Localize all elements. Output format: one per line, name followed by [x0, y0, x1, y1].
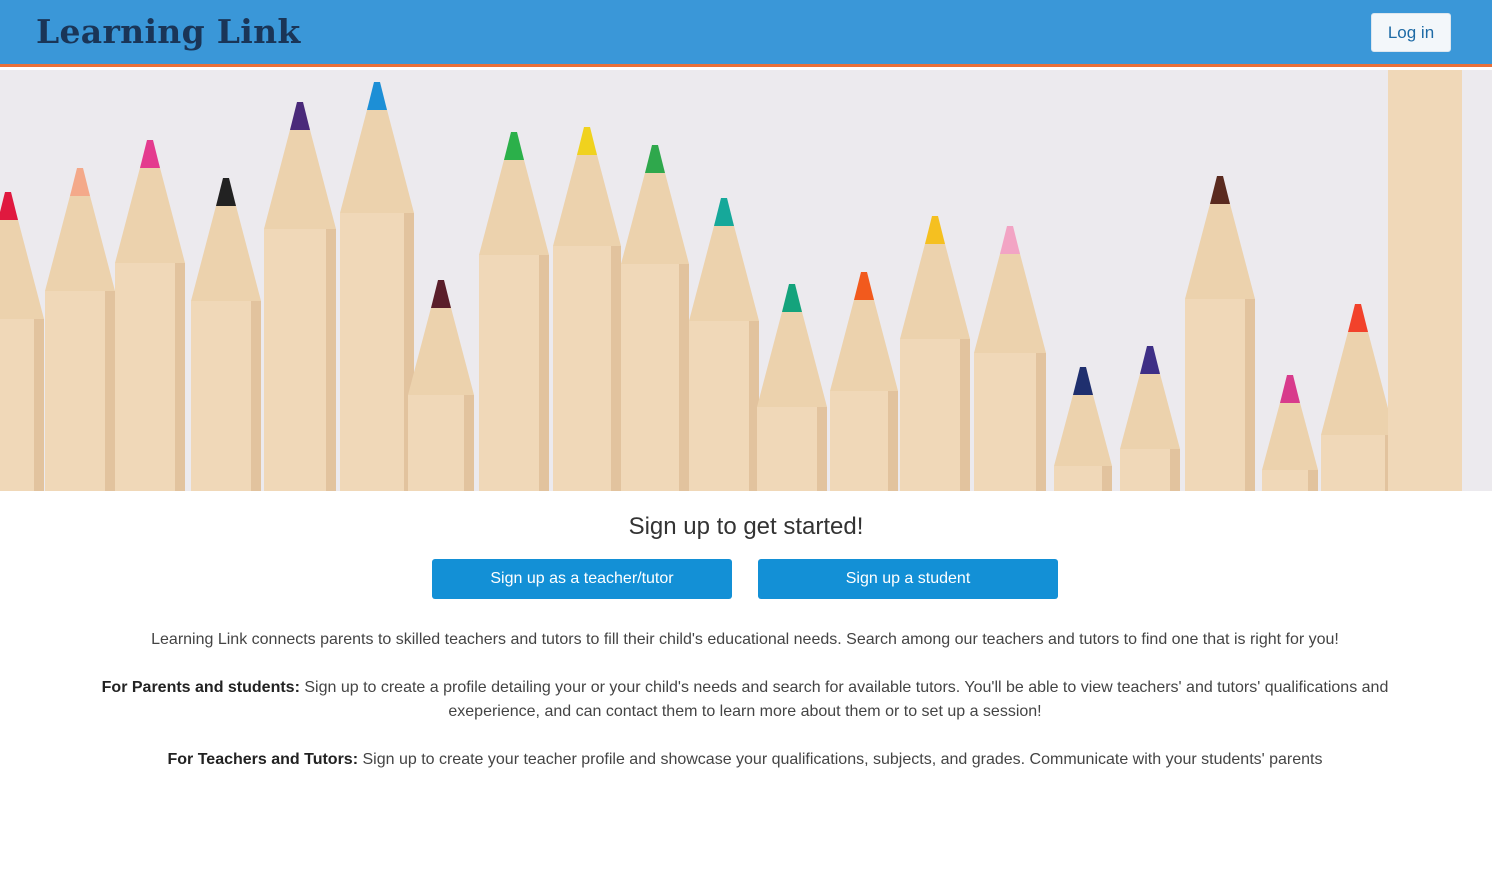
login-button[interactable]: Log in: [1371, 13, 1451, 52]
teachers-text: Sign up to create your teacher profile a…: [358, 751, 1323, 768]
parents-paragraph: For Parents and students: Sign up to cre…: [90, 676, 1400, 724]
pencil-16: [1054, 367, 1112, 491]
parents-text: Sign up to create a profile detailing yo…: [299, 679, 1389, 720]
signup-title: Sign up to get started!: [628, 513, 864, 540]
pencil-5: [264, 102, 336, 491]
signup-student-button[interactable]: Sign up a student: [758, 559, 1058, 599]
pencil-12: [757, 284, 827, 491]
pencil-tall: [1388, 70, 1462, 491]
pencil-10: [621, 145, 689, 491]
pencil-20: [1321, 304, 1395, 491]
pencil-13: [830, 272, 898, 491]
teachers-heading: For Teachers and Tutors:: [167, 751, 359, 768]
pencil-9: [553, 127, 621, 491]
intro-paragraph: Learning Link connects parents to skille…: [151, 631, 1339, 648]
pencil-18: [1185, 176, 1255, 491]
pencil-7: [408, 280, 474, 491]
parents-heading: For Parents and students:: [101, 679, 300, 696]
pencil-6: [340, 82, 414, 491]
pencil-17: [1120, 346, 1180, 491]
top-navbar: Learning Link Log in: [0, 0, 1492, 67]
hero-image: [0, 70, 1492, 491]
pencil-2: [45, 168, 115, 491]
teachers-paragraph: For Teachers and Tutors: Sign up to crea…: [90, 748, 1400, 772]
pencil-1: [0, 192, 44, 491]
pencil-15: [974, 226, 1046, 491]
brand-logo[interactable]: Learning Link: [36, 12, 301, 51]
pencil-19: [1262, 375, 1318, 491]
pencil-8: [479, 132, 549, 491]
pencil-11: [689, 198, 759, 491]
signup-teacher-button[interactable]: Sign up as a teacher/tutor: [432, 559, 732, 599]
pencil-3: [115, 140, 185, 491]
pencil-14: [900, 216, 970, 491]
colored-pencils-illustration: [0, 70, 1462, 491]
pencil-4: [191, 178, 261, 491]
